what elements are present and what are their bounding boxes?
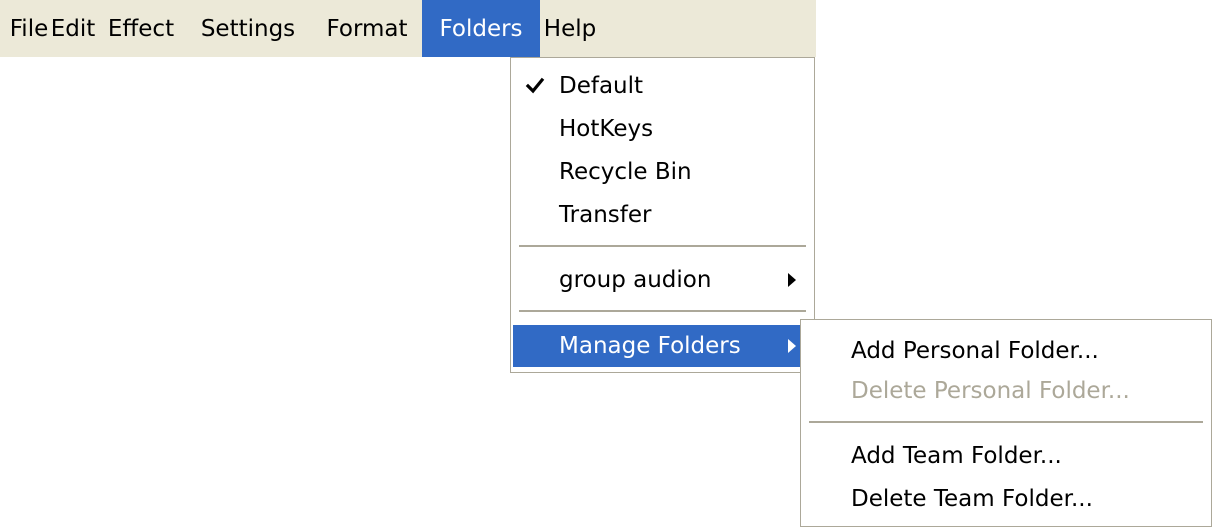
menu-file[interactable]: File: [10, 0, 49, 57]
menu-edit[interactable]: Edit: [48, 0, 98, 57]
menu-item-add-personal-folder[interactable]: Add Personal Folder...: [803, 330, 1209, 372]
menu-item-transfer[interactable]: Transfer: [513, 194, 812, 236]
menu-item-label: Add Team Folder...: [851, 443, 1062, 469]
menu-item-add-team-folder[interactable]: Add Team Folder...: [803, 435, 1209, 477]
submenu-arrow-icon: [788, 339, 796, 353]
menu-folders[interactable]: Folders: [422, 0, 540, 57]
application-window: File Edit Effect Settings Format Folders…: [0, 0, 1212, 527]
menu-separator: [519, 310, 806, 312]
submenu-arrow-icon: [788, 273, 796, 287]
menu-separator: [519, 245, 806, 247]
menu-item-label: Delete Team Folder...: [851, 486, 1093, 512]
menu-separator: [809, 421, 1203, 423]
menu-bar: File Edit Effect Settings Format Folders…: [0, 0, 816, 57]
folders-dropdown-menu: Default HotKeys Recycle Bin Transfer gro…: [510, 57, 815, 373]
menu-item-label: Recycle Bin: [559, 159, 692, 185]
menu-item-hotkeys[interactable]: HotKeys: [513, 108, 812, 150]
menu-item-label: Transfer: [559, 202, 652, 228]
menu-item-recycle-bin[interactable]: Recycle Bin: [513, 151, 812, 193]
menu-item-delete-personal-folder: Delete Personal Folder...: [803, 370, 1209, 412]
menu-item-label: group audion: [559, 267, 712, 293]
manage-folders-submenu: Add Personal Folder... Delete Personal F…: [800, 319, 1212, 527]
menu-item-label: Manage Folders: [559, 333, 741, 359]
menu-item-default[interactable]: Default: [513, 65, 812, 107]
menu-item-label: Default: [559, 73, 644, 99]
menu-item-manage-folders[interactable]: Manage Folders: [513, 325, 812, 367]
menu-item-delete-team-folder[interactable]: Delete Team Folder...: [803, 478, 1209, 520]
checkmark-icon: [525, 77, 545, 94]
menu-settings[interactable]: Settings: [184, 0, 312, 57]
menu-item-label: HotKeys: [559, 116, 654, 142]
menu-help[interactable]: Help: [540, 0, 600, 57]
menu-item-group-audion[interactable]: group audion: [513, 259, 812, 301]
menu-format[interactable]: Format: [312, 0, 422, 57]
menu-effect[interactable]: Effect: [98, 0, 184, 57]
menu-item-label: Add Personal Folder...: [851, 338, 1099, 364]
menu-item-label: Delete Personal Folder...: [851, 378, 1130, 404]
